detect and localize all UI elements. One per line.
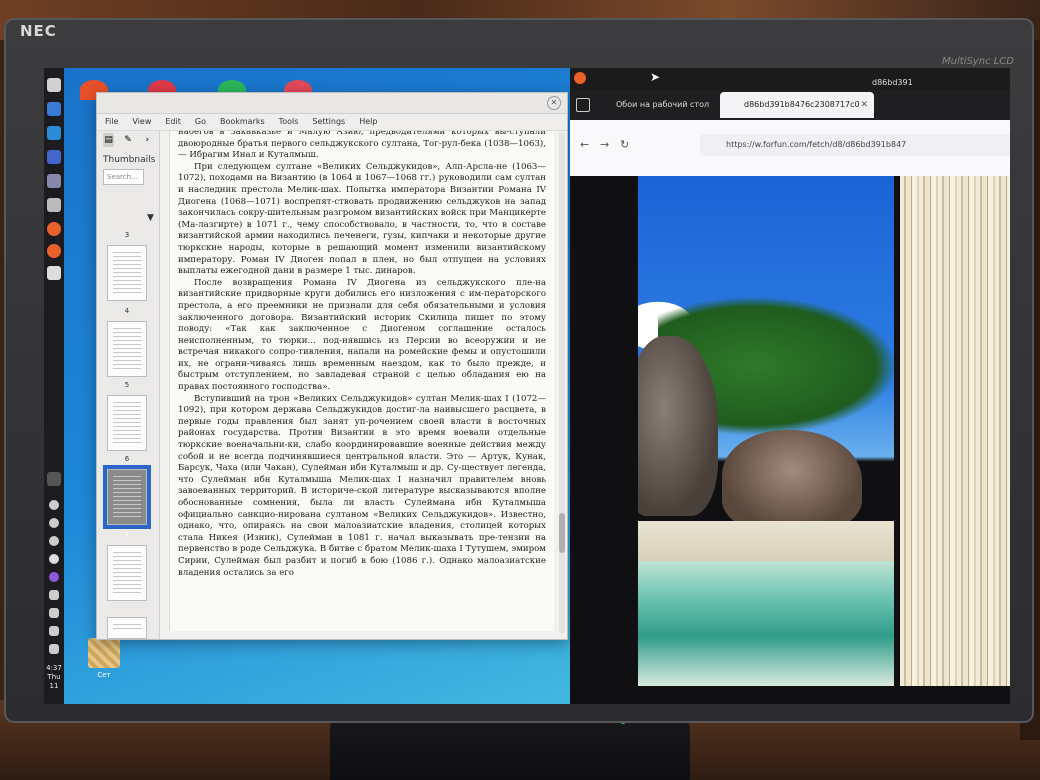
app-icon[interactable] bbox=[47, 150, 61, 164]
window-titlebar[interactable]: ✕ bbox=[97, 93, 567, 114]
document-text: набегов в Закавказье и Малую Азию, предв… bbox=[170, 131, 554, 579]
thumbnail-page-number: 5 bbox=[124, 381, 130, 389]
dock: 4:37 Thu 11 bbox=[44, 68, 64, 704]
desktop-file-label: Сет bbox=[97, 671, 111, 679]
menu-bookmarks[interactable]: Bookmarks bbox=[220, 114, 265, 130]
pen-icon[interactable] bbox=[49, 500, 59, 510]
menu-settings[interactable]: Settings bbox=[312, 114, 345, 130]
menu-file[interactable]: File bbox=[105, 114, 118, 130]
menu-help[interactable]: Help bbox=[359, 114, 377, 130]
close-icon[interactable]: ✕ bbox=[547, 96, 561, 110]
thumbnails-sidebar: ▤ ✎ › Thumbnails Search... ▼ 3 4 5 6 7 bbox=[97, 131, 160, 639]
thumbnail-page-number: 7 bbox=[124, 531, 130, 539]
scrollbar[interactable] bbox=[559, 133, 565, 633]
image-viewer bbox=[570, 176, 1010, 704]
page-thumbnail[interactable] bbox=[107, 617, 147, 639]
menu-go[interactable]: Go bbox=[195, 114, 206, 130]
scrollbar-thumb[interactable] bbox=[559, 513, 565, 553]
granite-rock bbox=[722, 430, 862, 530]
clock-time: 4:37 bbox=[46, 664, 62, 672]
monitor-bezel: NEC MultiSync LCD 4:37 Thu 11 Сет ✕ File… bbox=[4, 18, 1034, 723]
filter-icon[interactable]: ▼ bbox=[147, 213, 154, 223]
panel-toggle-icon[interactable] bbox=[47, 472, 61, 486]
tray-icon[interactable] bbox=[49, 554, 59, 564]
firefox-icon[interactable] bbox=[47, 222, 61, 236]
display-artifact-stripes bbox=[900, 176, 1010, 686]
menu-bar: File View Edit Go Bookmarks Tools Settin… bbox=[97, 114, 567, 131]
clock-day: Thu bbox=[47, 673, 61, 681]
apps-icon[interactable] bbox=[47, 78, 61, 92]
app-icon[interactable] bbox=[47, 102, 61, 116]
app-icon[interactable] bbox=[47, 126, 61, 140]
desktop: 4:37 Thu 11 Сет ✕ File View Edit Go Book… bbox=[44, 68, 570, 704]
thumbnail-page-number: 3 bbox=[124, 231, 130, 239]
monitor-model: MultiSync LCD bbox=[942, 56, 1014, 67]
tab-image[interactable]: d86bd391b8476c2308717c0 ✕ bbox=[720, 92, 874, 118]
document-reader-window: ✕ File View Edit Go Bookmarks Tools Sett… bbox=[96, 92, 568, 640]
page-thumbnail[interactable] bbox=[107, 321, 147, 377]
thumbnail-search-input[interactable]: Search... bbox=[103, 169, 144, 185]
tray-icon[interactable] bbox=[49, 626, 59, 636]
tab-extra[interactable]: d86bd391 bbox=[866, 70, 932, 96]
beach-wallpaper-image bbox=[638, 176, 894, 686]
mouse-cursor-icon: ➤ bbox=[650, 70, 661, 84]
app-icon[interactable] bbox=[47, 174, 61, 188]
thumbnails-tab-icon[interactable]: ▤ bbox=[103, 133, 115, 147]
annotations-tab-icon[interactable]: ✎ bbox=[122, 133, 133, 147]
menu-tools[interactable]: Tools bbox=[279, 114, 299, 130]
sidebar-tabs: ▤ ✎ › bbox=[97, 131, 159, 153]
forward-icon[interactable]: → bbox=[600, 138, 609, 151]
monitor-brand: NEC bbox=[20, 22, 57, 40]
tab-title: d86bd391 bbox=[872, 78, 913, 87]
tab-title: d86bd391b8476c2308717c0 bbox=[744, 100, 860, 109]
tray-icon[interactable] bbox=[49, 590, 59, 600]
close-icon[interactable] bbox=[47, 198, 61, 212]
paragraph: При следующем султане «Великих Сельджуки… bbox=[178, 161, 546, 277]
thumbnail-page-number: 6 bbox=[124, 455, 130, 463]
clock[interactable]: 4:37 Thu 11 bbox=[45, 664, 63, 691]
tab-title: Обои на рабочий стол bbox=[616, 100, 710, 109]
paragraph: Вступивший на трон «Великих Сельджукидов… bbox=[178, 393, 546, 578]
page-thumbnail-selected[interactable] bbox=[103, 465, 151, 529]
page-thumbnail[interactable] bbox=[107, 245, 147, 301]
tray-icon[interactable] bbox=[49, 518, 59, 528]
tray-icon[interactable] bbox=[49, 608, 59, 618]
tab-overview-icon[interactable] bbox=[576, 98, 590, 112]
page-thumbnail[interactable] bbox=[107, 545, 147, 601]
firefox-icon bbox=[574, 72, 586, 84]
clock-date: 11 bbox=[49, 682, 59, 690]
lagoon-water bbox=[638, 561, 894, 686]
paragraph: набегов в Закавказье и Малую Азию, предв… bbox=[178, 131, 546, 161]
file-icon[interactable] bbox=[47, 266, 61, 280]
desktop-file-icon[interactable] bbox=[88, 638, 120, 668]
address-bar[interactable]: https://w.forfun.com/fetch/d8/d86bd391b8… bbox=[700, 134, 1010, 156]
back-icon[interactable]: ← bbox=[580, 138, 589, 151]
screen: 4:37 Thu 11 Сет ✕ File View Edit Go Book… bbox=[44, 68, 1010, 704]
beach-sand bbox=[638, 521, 894, 561]
browser-toolbar: ← → ↻ https://w.forfun.com/fetch/d8/d86b… bbox=[570, 120, 1010, 176]
page-thumbnail[interactable] bbox=[107, 395, 147, 451]
browser-window: ➤ Обои на рабочий стол ✕ d86bd391b8476c2… bbox=[570, 68, 1010, 704]
tray-icon[interactable] bbox=[49, 536, 59, 546]
sidebar-title: Thumbnails bbox=[103, 155, 156, 165]
chevron-right-icon[interactable]: › bbox=[142, 133, 153, 147]
tray-icon[interactable] bbox=[49, 572, 59, 582]
document-page: набегов в Закавказье и Малую Азию, предв… bbox=[169, 131, 554, 631]
tab-bar: Обои на рабочий стол ✕ d86bd391b8476c230… bbox=[570, 78, 1010, 132]
firefox-icon[interactable] bbox=[47, 244, 61, 258]
menu-edit[interactable]: Edit bbox=[165, 114, 181, 130]
volume-icon[interactable] bbox=[49, 644, 59, 654]
menu-view[interactable]: View bbox=[132, 114, 151, 130]
paragraph: После возвращения Романа IV Диогена из с… bbox=[178, 277, 546, 393]
reload-icon[interactable]: ↻ bbox=[620, 138, 629, 151]
thumbnail-page-number: 4 bbox=[124, 307, 130, 315]
